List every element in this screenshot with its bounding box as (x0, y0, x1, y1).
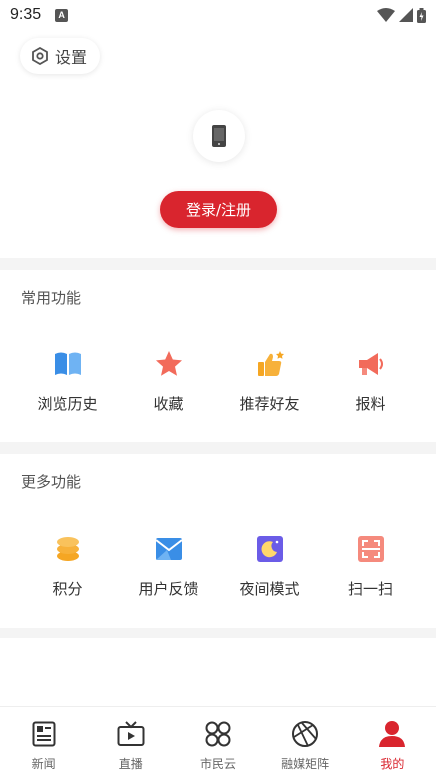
user-icon (377, 719, 407, 749)
history-label: 浏览历史 (37, 395, 98, 413)
phone-icon (212, 125, 226, 147)
feedback-item[interactable]: 用户反馈 (118, 534, 219, 599)
battery-icon (417, 7, 426, 23)
section-divider (0, 628, 436, 638)
tab-news-label: 新闻 (31, 757, 56, 771)
tab-citizen-cloud[interactable]: 市民云 (174, 707, 261, 776)
points-label: 积分 (52, 580, 83, 598)
star-icon (154, 349, 184, 379)
coins-icon (53, 534, 83, 564)
login-register-button[interactable]: 登录/注册 (160, 191, 277, 228)
matrix-icon (290, 719, 320, 749)
settings-button[interactable]: 设置 (20, 38, 100, 74)
section-divider (0, 258, 436, 270)
common-functions-grid: 浏览历史 收藏 推荐好友 报料 (0, 349, 436, 414)
section-title: 常用功能 (21, 289, 82, 307)
status-bar: 9:35 A (0, 0, 436, 30)
section-divider (0, 442, 436, 454)
feedback-label: 用户反馈 (138, 580, 199, 598)
mail-icon (154, 534, 184, 564)
scan-item[interactable]: 扫一扫 (320, 534, 421, 599)
section-title: 更多功能 (21, 473, 82, 491)
favorites-label: 收藏 (153, 395, 184, 413)
notification-icon: A (55, 8, 69, 22)
avatar[interactable] (193, 110, 245, 162)
tab-citizen-cloud-label: 市民云 (199, 757, 236, 771)
recommend-friend-label: 推荐好友 (239, 395, 300, 413)
thumbs-up-icon (255, 349, 285, 379)
tab-media-matrix[interactable]: 融媒矩阵 (262, 707, 349, 776)
tab-mine[interactable]: 我的 (349, 707, 436, 776)
more-functions-section: 更多功能 积分 用户反馈 夜间模式 扫一扫 (0, 454, 436, 628)
history-item[interactable]: 浏览历史 (17, 349, 118, 414)
report-item[interactable]: 报料 (320, 349, 421, 414)
tab-mine-label: 我的 (380, 757, 405, 771)
settings-hexagon-icon (32, 47, 48, 65)
moon-icon (255, 534, 285, 564)
tab-news[interactable]: 新闻 (0, 707, 87, 776)
wifi-icon (377, 8, 395, 22)
night-mode-item[interactable]: 夜间模式 (219, 534, 320, 599)
newspaper-icon (29, 719, 59, 749)
status-indicators (377, 7, 426, 23)
favorites-item[interactable]: 收藏 (118, 349, 219, 414)
points-item[interactable]: 积分 (17, 534, 118, 599)
tv-icon (116, 719, 146, 749)
common-functions-section: 常用功能 浏览历史 收藏 推荐好友 报料 (0, 270, 436, 442)
tab-live-label: 直播 (118, 757, 143, 771)
signal-icon (399, 8, 413, 22)
settings-label: 设置 (55, 48, 88, 67)
night-mode-label: 夜间模式 (239, 580, 300, 598)
recommend-friend-item[interactable]: 推荐好友 (219, 349, 320, 414)
bottom-tab-bar: 新闻 直播 市民云 融媒矩阵 我的 (0, 706, 436, 776)
megaphone-icon (356, 349, 386, 379)
book-icon (53, 349, 83, 379)
tab-media-matrix-label: 融媒矩阵 (281, 757, 330, 771)
report-label: 报料 (355, 395, 386, 413)
scan-icon (356, 534, 386, 564)
status-time: 9:35 (10, 6, 42, 23)
more-functions-grid: 积分 用户反馈 夜间模式 扫一扫 (0, 534, 436, 599)
scan-label: 扫一扫 (347, 580, 393, 598)
cloud-grid-icon (203, 719, 233, 749)
tab-live[interactable]: 直播 (87, 707, 174, 776)
